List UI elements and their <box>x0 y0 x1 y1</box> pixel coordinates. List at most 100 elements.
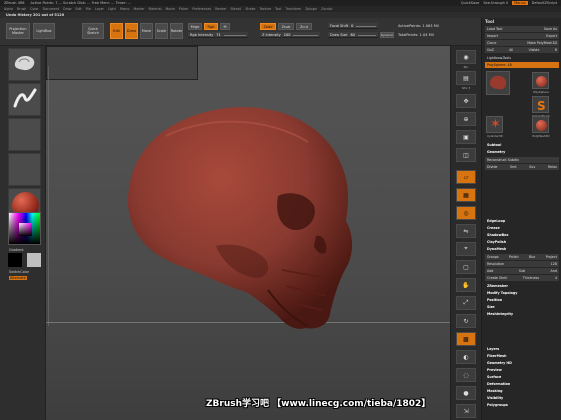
reconstruct-subdiv-button[interactable]: Reconstruct Subdiv <box>485 157 559 163</box>
lsym-icon[interactable]: ⇋ <box>456 224 476 238</box>
tool-thumb-skull[interactable] <box>486 71 510 95</box>
menu-light[interactable]: Light <box>108 7 116 11</box>
menu-preferences[interactable]: Preferences <box>192 7 211 11</box>
move-button[interactable]: Move <box>140 23 153 39</box>
alpha-slot[interactable] <box>8 118 41 151</box>
geometry-hd-section[interactable]: Geometry HD <box>485 360 559 366</box>
export-button[interactable]: Export <box>546 34 557 38</box>
claypolish-section[interactable]: ClayPolish <box>485 239 559 245</box>
divide-button[interactable]: Divide <box>487 165 497 169</box>
projection-master-button[interactable]: Projection Master <box>6 23 30 39</box>
see-through-slider[interactable]: See-through 0 <box>483 1 508 5</box>
menu-edit[interactable]: Edit <box>75 7 81 11</box>
suv-button[interactable]: Suv <box>529 165 535 169</box>
subtool-section[interactable]: Subtool <box>485 142 559 148</box>
meshintegrity-section[interactable]: MeshIntegrity <box>485 311 559 317</box>
xyz-icon[interactable]: ⌖ <box>456 242 476 256</box>
scale-button[interactable]: Scale <box>155 23 168 39</box>
spix-button[interactable]: ▤ <box>456 71 476 85</box>
visibility-section[interactable]: Visibility <box>485 395 559 401</box>
gradient-label[interactable]: Gradient <box>9 248 24 252</box>
dynamic-button[interactable]: Dynamic <box>380 32 394 38</box>
r-button[interactable]: R <box>555 48 557 52</box>
menu-macro[interactable]: Macro <box>120 7 130 11</box>
blur-button[interactable]: Blur <box>529 255 536 259</box>
color-picker-square[interactable] <box>19 223 32 236</box>
rgb-intensity-slider[interactable]: Rgb Intensity 71 <box>188 32 248 38</box>
mrgb-button[interactable]: Mrgb <box>188 23 202 30</box>
zcut-button[interactable]: Zcut <box>296 23 312 30</box>
focal-shift-slider[interactable]: Focal Shift 0 <box>328 23 378 29</box>
menu-document[interactable]: Document <box>43 7 60 11</box>
tool-thumb-polymesh[interactable] <box>532 116 549 133</box>
zsub-button[interactable]: Zsub <box>278 23 294 30</box>
menu-zscript[interactable]: Zscript <box>321 7 332 11</box>
polish-button[interactable]: Polish <box>509 255 519 259</box>
menu-picker[interactable]: Picker <box>179 7 189 11</box>
tool-thumb-sphere[interactable] <box>532 72 549 89</box>
zadd-button[interactable]: Zadd <box>260 23 276 30</box>
import-button[interactable]: Import <box>487 34 498 38</box>
m-button[interactable]: M <box>220 23 230 30</box>
menus-button[interactable]: Menus <box>512 1 528 5</box>
dynamesh-section[interactable]: DynaMesh <box>485 246 559 252</box>
actual-icon[interactable]: ▣ <box>456 130 476 144</box>
skull-model[interactable] <box>46 46 450 420</box>
surface-section[interactable]: Surface <box>485 374 559 380</box>
smt-button[interactable]: Smt <box>510 165 517 169</box>
position-section[interactable]: Position <box>485 297 559 303</box>
edit-button[interactable]: Edit <box>110 23 123 39</box>
thickness-label[interactable]: Thickness <box>523 276 539 280</box>
goz-button[interactable]: GoZ <box>487 48 494 52</box>
resolution-slider[interactable]: Resolution 128 <box>485 261 559 267</box>
visible-button[interactable]: Visible <box>529 48 540 52</box>
menu-draw[interactable]: Draw <box>63 7 71 11</box>
menu-alpha[interactable]: Alpha <box>4 7 13 11</box>
shadowbox-section[interactable]: ShadowBox <box>485 232 559 238</box>
tool-thumb-simplebrush[interactable]: S <box>532 96 549 113</box>
default-zscript-button[interactable]: DefaultZScript <box>532 1 557 5</box>
preview-section[interactable]: Preview <box>485 367 559 373</box>
sub-button[interactable]: Sub <box>519 269 525 273</box>
xpose-icon[interactable]: ⇲ <box>456 404 476 418</box>
scroll-icon[interactable]: ✥ <box>456 94 476 108</box>
modify-topology-section[interactable]: Modify Topology <box>485 290 559 296</box>
z-intensity-slider[interactable]: Z Intensity 100 <box>260 32 320 38</box>
geometry-section[interactable]: Geometry <box>485 149 559 155</box>
aahalf-icon[interactable]: ◫ <box>456 148 476 162</box>
texture-slot[interactable] <box>8 153 41 186</box>
draw-button[interactable]: Draw <box>125 23 138 39</box>
persp-icon[interactable]: ▱ <box>456 170 476 184</box>
clone-button[interactable]: Clone <box>487 41 496 45</box>
quick-sketch-button[interactable]: Quick Sketch <box>82 23 104 39</box>
menu-transform[interactable]: Transform <box>285 7 301 11</box>
make-polymesh-button[interactable]: Make PolyMesh3D <box>527 41 557 45</box>
alternate-button[interactable]: Alternate <box>9 276 27 280</box>
menu-render[interactable]: Render <box>215 7 226 11</box>
save-as-button[interactable]: Save As <box>544 27 557 31</box>
menu-file[interactable]: File <box>86 7 91 11</box>
local-icon[interactable]: ◎ <box>456 206 476 220</box>
current-tool-slider[interactable]: PolySphere. 48 <box>485 62 559 68</box>
menu-material[interactable]: Material <box>149 7 162 11</box>
transp-icon[interactable]: ◐ <box>456 350 476 364</box>
bpr-button[interactable]: ◉ <box>456 50 476 64</box>
all-button[interactable]: All <box>509 48 513 52</box>
quicksave-button[interactable]: QuickSave <box>461 1 480 5</box>
scale-icon[interactable]: ⤢ <box>456 296 476 310</box>
lightbox-tools-button[interactable]: Lightbox▸Tools <box>485 55 559 61</box>
crease-section[interactable]: Crease <box>485 225 559 231</box>
menu-layer[interactable]: Layer <box>95 7 104 11</box>
color-picker[interactable] <box>8 212 41 245</box>
menu-stroke[interactable]: Stroke <box>245 7 255 11</box>
fibermesh-section[interactable]: FiberMesh <box>485 353 559 359</box>
menu-zplugin[interactable]: Zplugin <box>305 7 317 11</box>
rotate-icon[interactable]: ↻ <box>456 314 476 328</box>
solo-icon[interactable]: ● <box>456 386 476 400</box>
menu-movie[interactable]: Movie <box>165 7 174 11</box>
zoom-icon[interactable]: ⊕ <box>456 112 476 126</box>
size-section[interactable]: Size <box>485 304 559 310</box>
menu-marker[interactable]: Marker <box>134 7 145 11</box>
project-button[interactable]: Project <box>546 255 557 259</box>
brush-slot[interactable] <box>8 48 41 81</box>
